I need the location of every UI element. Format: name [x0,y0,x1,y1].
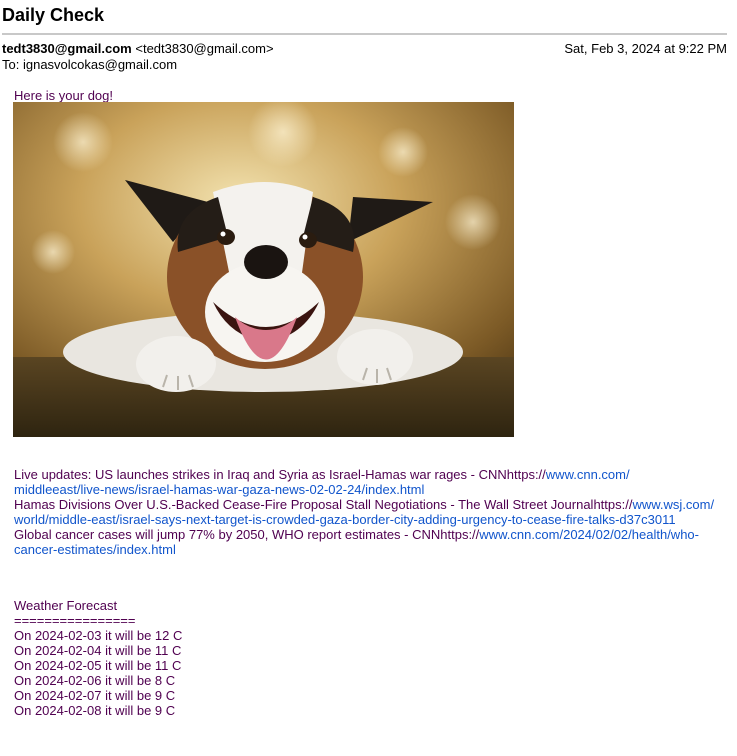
news-title: Live updates: US launches strikes in Ira… [14,467,507,482]
forecast-line: On 2024-02-07 it will be 9 C [14,688,176,703]
sender-name[interactable]: tedt3830@gmail.com [2,41,132,56]
news-item-2: Hamas Divisions Over U.S.-Backed Cease-F… [14,497,729,527]
news-link-continued[interactable]: middleeast/live-news/israel-hamas-war-ga… [14,482,424,497]
email-date: Sat, Feb 3, 2024 at 9:22 PM [564,41,727,56]
from-line: tedt3830@gmail.com <tedt3830@gmail.com> … [2,41,727,57]
header-divider [2,33,727,35]
sender-address: <tedt3830@gmail.com> [135,41,274,56]
news-url-prefix: https:// [506,467,546,482]
news-link[interactable]: www.cnn.com/ [546,467,630,482]
dog-photo [13,102,514,437]
news-link[interactable]: www.wsj.com/ [632,497,714,512]
forecast-line: On 2024-02-06 it will be 8 C [14,673,176,688]
to-line: To: ignasvolcokas@gmail.com [2,57,177,72]
news-url-prefix: https:// [593,497,633,512]
forecast-line: On 2024-02-04 it will be 11 C [14,643,182,658]
news-section: Live updates: US launches strikes in Ira… [14,467,729,557]
email-subject: Daily Check [2,5,105,25]
news-url-prefix: https:// [440,527,480,542]
news-link-continued[interactable]: world/middle-east/israel-says-next-targe… [14,512,676,527]
dog-illustration [13,102,514,437]
recipient-address[interactable]: ignasvolcokas@gmail.com [23,57,177,72]
email-view: Daily Check tedt3830@gmail.com <tedt3830… [0,0,737,756]
news-link[interactable]: www.cnn.com/2024/02/02/health/who- [479,527,699,542]
news-link-continued[interactable]: cancer-estimates/index.html [14,542,176,557]
news-title: Global cancer cases will jump 77% by 205… [14,527,441,542]
forecast-line: On 2024-02-08 it will be 9 C [14,703,176,718]
weather-title: Weather Forecast [14,598,118,613]
forecast-line: On 2024-02-03 it will be 12 C [14,628,183,643]
news-item-3: Global cancer cases will jump 77% by 205… [14,527,729,557]
news-item-1: Live updates: US launches strikes in Ira… [14,467,729,497]
news-title: Hamas Divisions Over U.S.-Backed Cease-F… [14,497,594,512]
to-label: To: [2,57,23,72]
forecast-line: On 2024-02-05 it will be 11 C [14,658,182,673]
weather-divider: ================ [14,613,136,628]
greeting-text: Here is your dog! [14,88,113,103]
weather-section: Weather Forecast ================ On 202… [14,598,182,718]
